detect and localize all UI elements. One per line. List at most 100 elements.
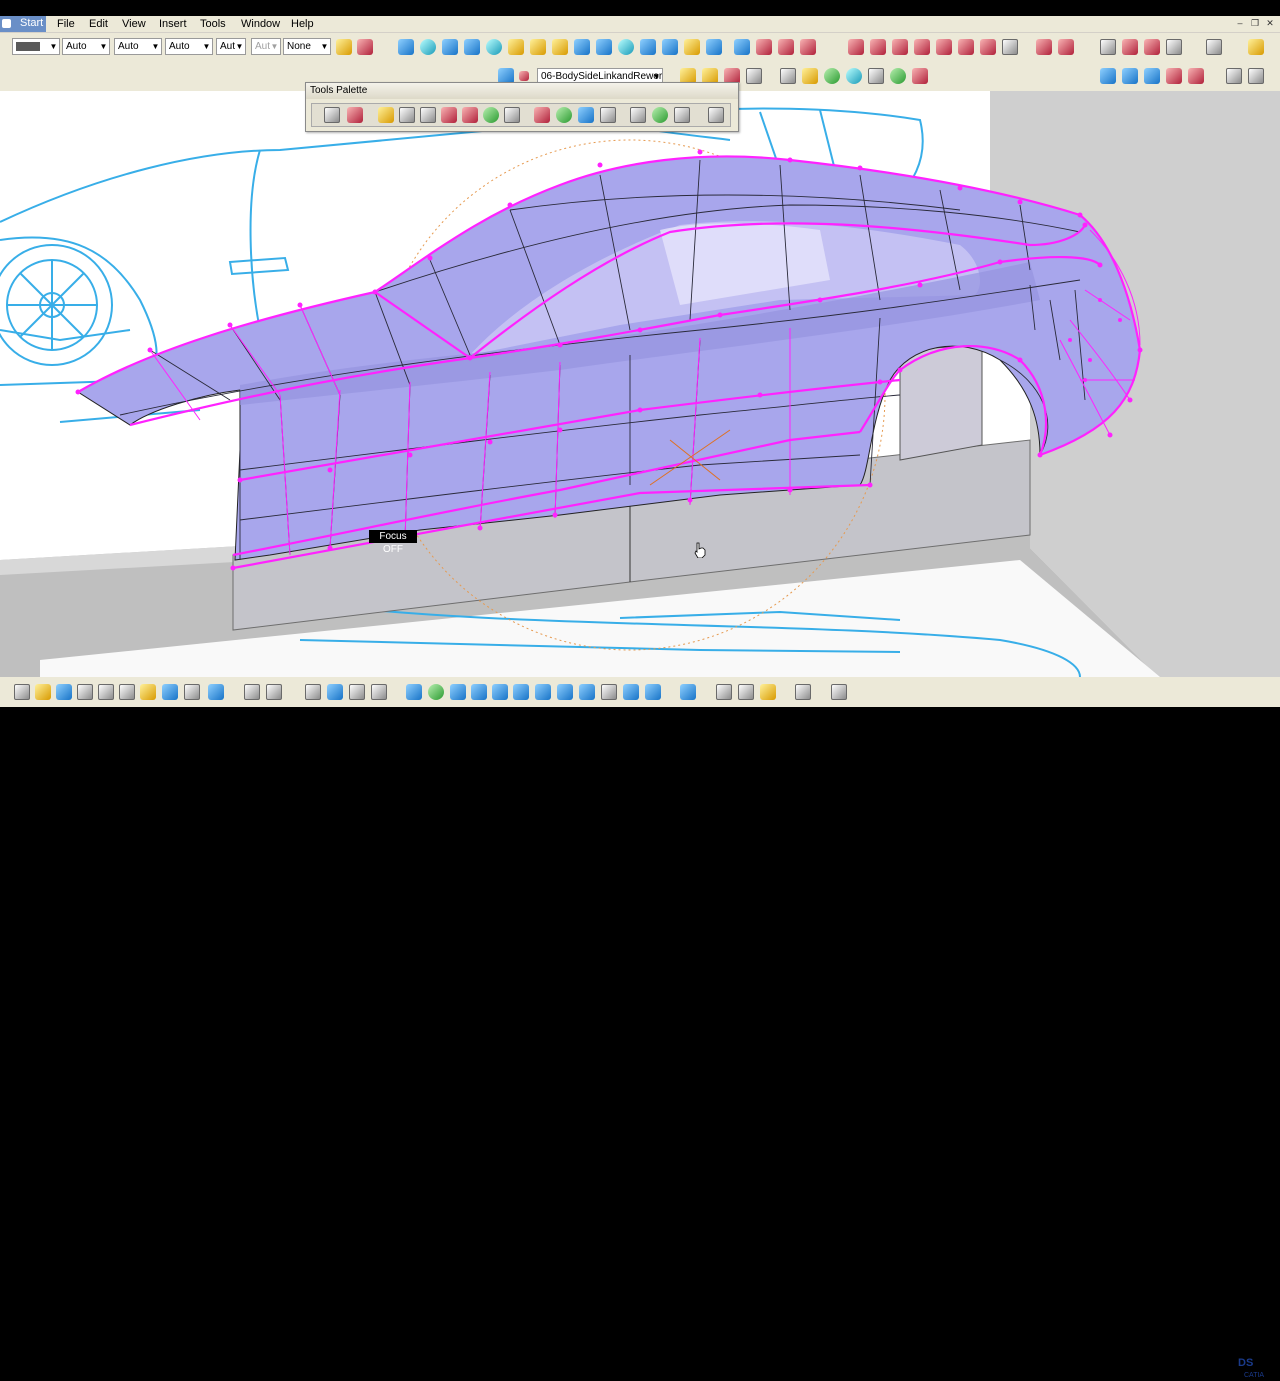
symmetry-icon[interactable] xyxy=(778,39,794,55)
snap-point-icon[interactable] xyxy=(483,107,499,123)
color-combo[interactable]: ▼ xyxy=(12,38,60,55)
select-arrow-icon[interactable] xyxy=(1206,39,1222,55)
scale-points-icon[interactable] xyxy=(441,107,457,123)
mesh-icon[interactable] xyxy=(462,107,478,123)
brush-icon[interactable] xyxy=(630,107,646,123)
comment-icon[interactable] xyxy=(266,684,282,700)
control-points-icon[interactable] xyxy=(1166,39,1182,55)
paint-icon[interactable] xyxy=(912,68,928,84)
split-icon[interactable] xyxy=(662,39,678,55)
paint-brush-icon[interactable] xyxy=(336,39,352,55)
law-icon[interactable] xyxy=(349,684,365,700)
point-symbol-combo[interactable]: Aut ▼ xyxy=(216,38,246,55)
constraint-icon[interactable] xyxy=(738,684,754,700)
menu-edit[interactable]: Edit xyxy=(89,17,108,31)
connect-checker-icon[interactable] xyxy=(892,39,908,55)
line-draw-icon[interactable] xyxy=(674,107,690,123)
snap-icon[interactable] xyxy=(1144,39,1160,55)
highlight-icon[interactable] xyxy=(958,39,974,55)
grid-select-icon[interactable] xyxy=(556,107,572,123)
restore-icon[interactable]: ❐ xyxy=(1249,18,1261,29)
menu-view[interactable]: View xyxy=(122,17,146,31)
loft-icon[interactable] xyxy=(596,39,612,55)
multi-view-icon[interactable] xyxy=(557,684,573,700)
plane-select-icon[interactable] xyxy=(600,107,616,123)
fit-all-icon[interactable] xyxy=(428,684,444,700)
normal-view-icon[interactable] xyxy=(535,684,551,700)
new-file-icon[interactable] xyxy=(14,684,30,700)
select-rect-icon[interactable] xyxy=(534,107,550,123)
lock-icon[interactable] xyxy=(760,684,776,700)
material-icon[interactable] xyxy=(890,68,906,84)
box-icon[interactable] xyxy=(868,68,884,84)
globe-icon[interactable] xyxy=(846,68,862,84)
pointer-icon[interactable] xyxy=(780,68,796,84)
save-icon[interactable] xyxy=(56,684,72,700)
blend-icon[interactable] xyxy=(508,39,524,55)
3d-viewport[interactable]: z x y xyxy=(0,91,1280,677)
join-icon[interactable] xyxy=(640,39,656,55)
menu-file[interactable]: File xyxy=(57,17,75,31)
rotate-icon[interactable] xyxy=(756,39,772,55)
sweep-icon[interactable] xyxy=(574,39,590,55)
hand-icon[interactable] xyxy=(1248,68,1264,84)
curve-icon[interactable] xyxy=(486,39,502,55)
cube-icon[interactable] xyxy=(708,107,724,123)
line-icon[interactable] xyxy=(442,39,458,55)
rotate-points-icon[interactable] xyxy=(420,107,436,123)
reflection-lines-icon[interactable] xyxy=(980,39,996,55)
menu-insert[interactable]: Insert xyxy=(159,17,187,31)
menu-tools[interactable]: Tools xyxy=(200,17,226,31)
extract-icon[interactable] xyxy=(706,39,722,55)
offset-icon[interactable] xyxy=(618,39,634,55)
undo-icon[interactable] xyxy=(162,684,178,700)
measure-tool-icon[interactable] xyxy=(831,684,847,700)
zoom-in-icon[interactable] xyxy=(492,684,508,700)
fill-icon[interactable] xyxy=(530,39,546,55)
point-icon[interactable] xyxy=(420,39,436,55)
xyz-icon[interactable] xyxy=(1058,39,1074,55)
formula-icon[interactable] xyxy=(244,684,260,700)
paste-icon[interactable] xyxy=(140,684,156,700)
swap-space-icon[interactable] xyxy=(680,684,696,700)
zoom-out-icon[interactable] xyxy=(513,684,529,700)
copy-format-icon[interactable] xyxy=(357,39,373,55)
linetype-combo[interactable]: Auto ▼ xyxy=(114,38,162,55)
render-style-icon[interactable] xyxy=(601,684,617,700)
inflection-icon[interactable] xyxy=(1002,39,1018,55)
sketch-icon[interactable] xyxy=(398,39,414,55)
swap-visible-icon[interactable] xyxy=(1188,68,1204,84)
design-table-icon[interactable] xyxy=(371,684,387,700)
rendering-style-combo[interactable]: Aut ▼ xyxy=(251,38,281,55)
compass-move-icon[interactable] xyxy=(324,107,340,123)
mapping-icon[interactable] xyxy=(936,39,952,55)
dome-icon[interactable] xyxy=(578,107,594,123)
move-points-icon[interactable] xyxy=(399,107,415,123)
surface-icon[interactable] xyxy=(652,107,668,123)
open-file-icon[interactable] xyxy=(35,684,51,700)
layer-combo[interactable]: None ▼ xyxy=(283,38,331,55)
rotate-view-icon[interactable] xyxy=(471,684,487,700)
fly-mode-icon[interactable] xyxy=(406,684,422,700)
transparency-combo[interactable]: Auto ▼ xyxy=(62,38,110,55)
refresh-icon[interactable] xyxy=(1226,68,1242,84)
wireframe-icon[interactable] xyxy=(1144,68,1160,84)
tools-palette-titlebar[interactable] xyxy=(306,83,738,99)
measure-icon[interactable] xyxy=(1248,39,1264,55)
draft-analysis-icon[interactable] xyxy=(914,39,930,55)
dimension-icon[interactable] xyxy=(716,684,732,700)
hide-icon[interactable] xyxy=(623,684,639,700)
work-plane-icon[interactable] xyxy=(1122,39,1138,55)
diagonal-icon[interactable] xyxy=(504,107,520,123)
settings-icon[interactable] xyxy=(746,68,762,84)
pan-icon[interactable] xyxy=(450,684,466,700)
translate-icon[interactable] xyxy=(734,39,750,55)
hand-move-icon[interactable] xyxy=(378,107,394,123)
menu-help[interactable]: Help xyxy=(291,17,314,31)
minimize-icon[interactable]: – xyxy=(1234,18,1246,29)
redo-icon[interactable] xyxy=(184,684,200,700)
start-menu[interactable]: Start xyxy=(0,16,46,32)
table-icon[interactable] xyxy=(305,684,321,700)
attenuation-icon[interactable] xyxy=(347,107,363,123)
compass-icon[interactable] xyxy=(1036,39,1052,55)
